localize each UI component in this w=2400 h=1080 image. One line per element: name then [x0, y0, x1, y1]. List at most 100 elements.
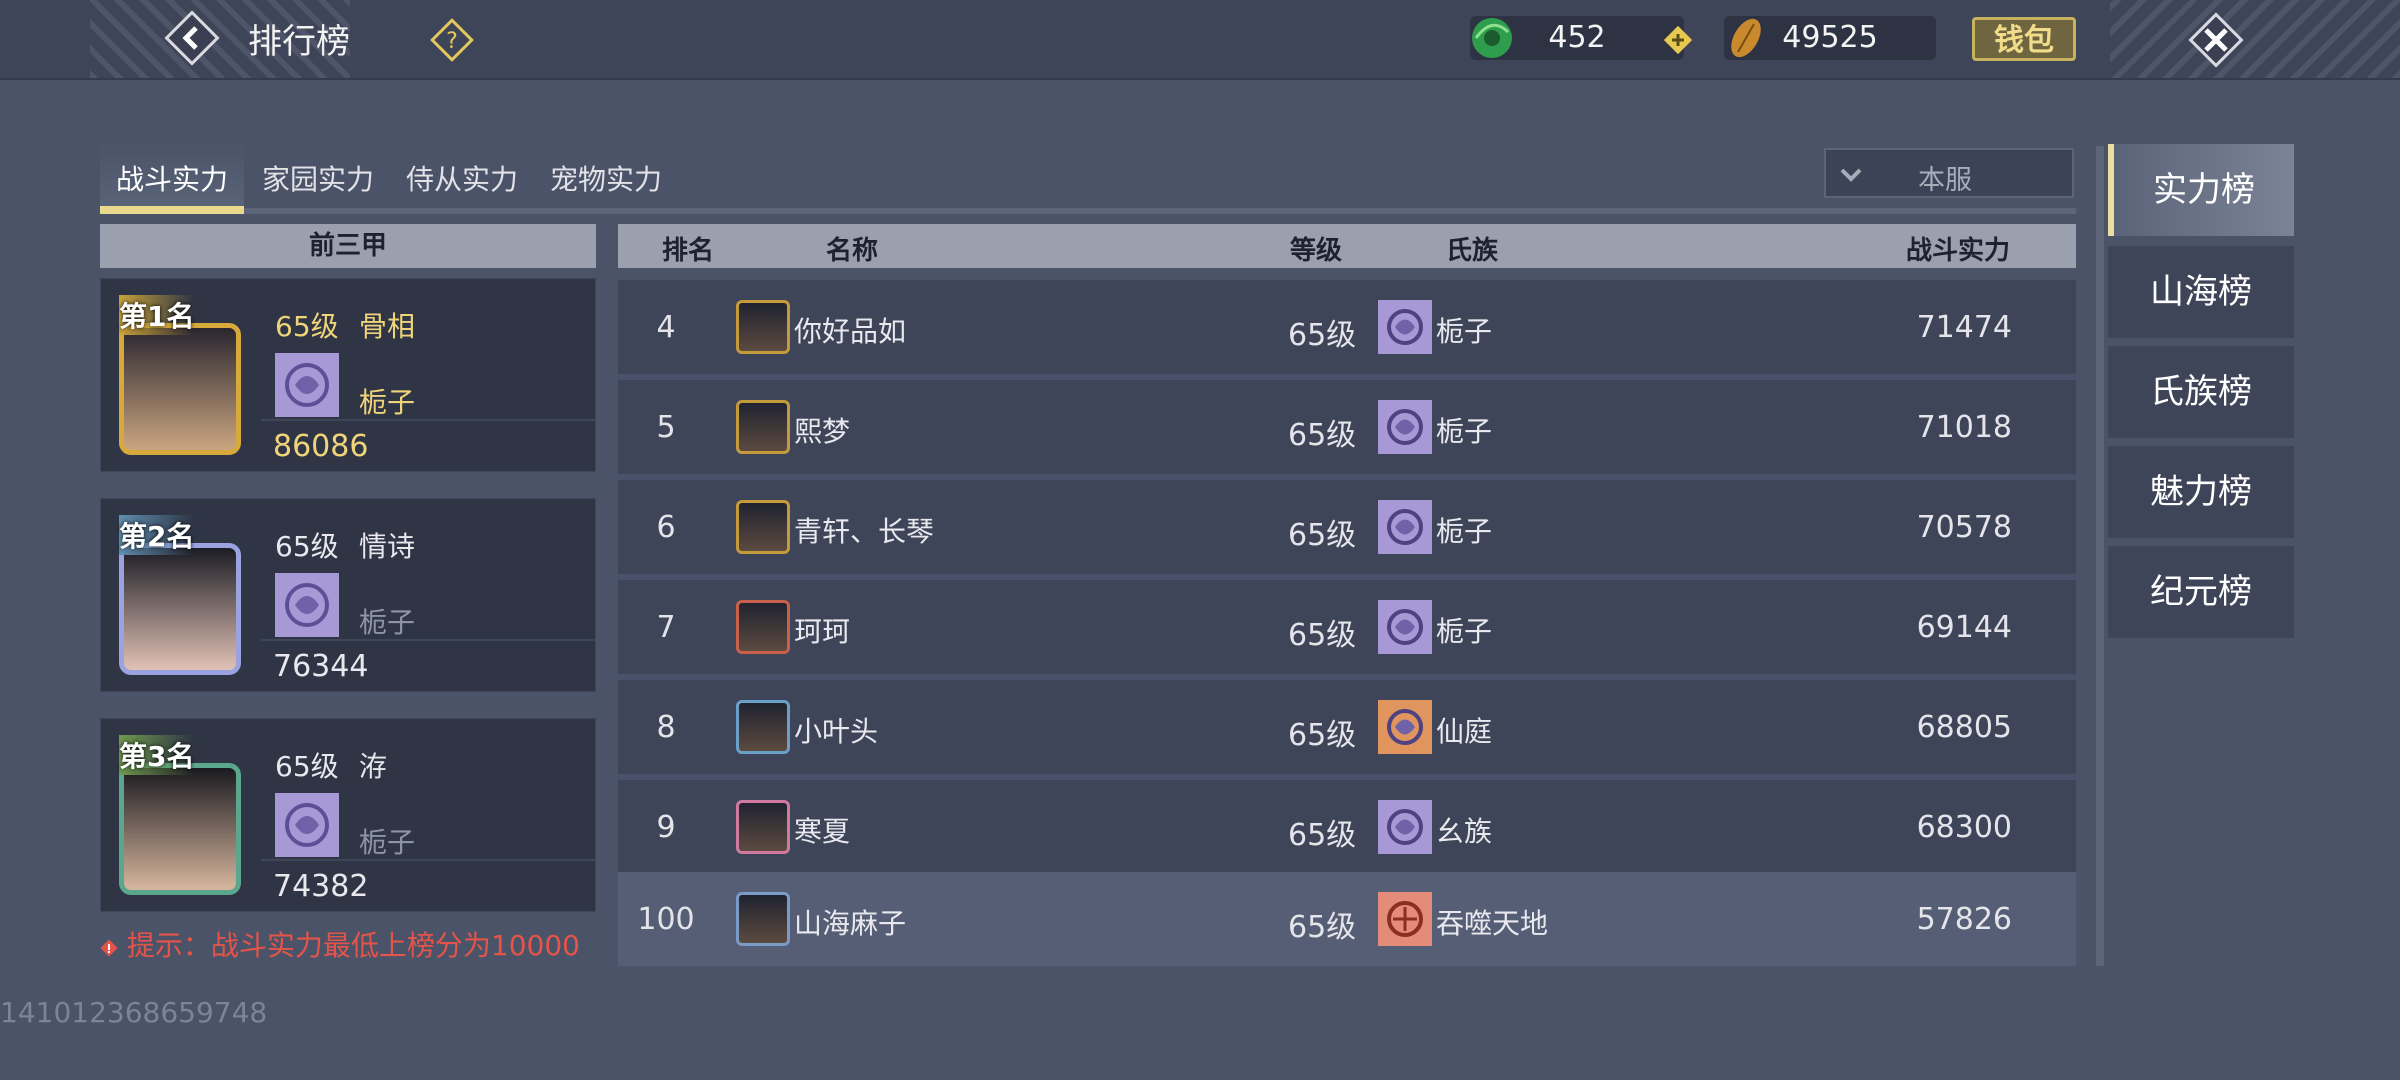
player-level: 65级: [1288, 418, 1357, 453]
combat-power: 71018: [1916, 410, 2012, 445]
close-icon: [2188, 12, 2244, 68]
add-jade-button[interactable]: [1663, 25, 1693, 55]
clan-name: 栀子: [1436, 515, 1493, 548]
clan-emblem-icon: [1378, 300, 1432, 354]
header-level: 等级: [1290, 236, 1343, 266]
side-tab-shanhai-ranking[interactable]: 山海榜: [2108, 246, 2294, 338]
clan-emblem-icon: [1378, 700, 1432, 754]
user-id: 141012368659748: [0, 996, 268, 1029]
clan-emblem-icon: [275, 353, 339, 417]
avatar: [736, 500, 790, 554]
avatar: [736, 300, 790, 354]
svg-text:?: ?: [446, 29, 458, 54]
server-dropdown-value: 本服: [1918, 165, 1972, 196]
help-icon: ?: [430, 18, 474, 62]
player-name: 你好品如: [794, 315, 907, 348]
combat-power: 69144: [1916, 610, 2012, 645]
coin-amount: 49525: [1782, 20, 1878, 55]
rank-number: 8: [656, 710, 676, 745]
card-divider: [261, 639, 595, 641]
avatar: [119, 543, 241, 675]
combat-power: 70578: [1916, 510, 2012, 545]
clan-emblem-icon: [1378, 800, 1432, 854]
rank-number: 4: [656, 310, 676, 345]
clan-name: 栀子: [1436, 615, 1493, 648]
chevron-down-icon: [1840, 168, 1862, 182]
clan-emblem-icon: [1378, 892, 1432, 946]
combat-power: 76344: [273, 649, 369, 684]
player-level: 65级: [1288, 818, 1357, 853]
avatar: [736, 600, 790, 654]
player-level: 65级: [1288, 910, 1357, 945]
clan-emblem-icon: [275, 573, 339, 637]
player-level: 65级: [275, 530, 339, 563]
self-rank-row[interactable]: 100 山海麻子 65级 吞噬天地 57826: [618, 872, 2076, 966]
server-dropdown[interactable]: 本服: [1824, 148, 2074, 198]
category-tabs: 战斗实力 家园实力 侍从实力 宠物实力: [100, 142, 2076, 216]
player-level: 65级: [1288, 718, 1357, 753]
rank-number: 6: [656, 510, 676, 545]
side-tab-power-ranking[interactable]: 实力榜: [2108, 144, 2294, 236]
player-name: 山海麻子: [794, 907, 907, 940]
player-name: 青轩、长琴: [794, 515, 935, 548]
table-row[interactable]: 7 珂珂 65级 栀子 69144: [618, 580, 2076, 680]
combat-power: 71474: [1916, 310, 2012, 345]
combat-power: 86086: [273, 429, 369, 464]
player-name: 熙梦: [794, 415, 851, 448]
top-bar-decoration-right: [2110, 0, 2400, 78]
tab-pet-power[interactable]: 宠物实力: [550, 158, 662, 198]
table-row[interactable]: 5 熙梦 65级 栀子 71018: [618, 380, 2076, 480]
player-name: 珂珂: [794, 615, 851, 648]
player-level: 65级: [1288, 518, 1357, 553]
back-button[interactable]: [162, 8, 222, 68]
avatar: [736, 892, 790, 946]
rank-number: 9: [656, 810, 676, 845]
rank-badge: 第2名: [119, 515, 195, 555]
tab-home-power[interactable]: 家园实力: [262, 158, 374, 198]
active-tab-indicator: [100, 206, 244, 214]
player-level: 65级: [1288, 318, 1357, 353]
combat-power: 57826: [1916, 902, 2012, 937]
wallet-button[interactable]: 钱包: [1972, 17, 2076, 61]
back-arrow-icon: [164, 10, 220, 66]
close-button[interactable]: [2186, 10, 2246, 70]
header-rank: 排名: [662, 236, 715, 266]
top-bar: 排行榜 ? 452 49525 钱包: [0, 0, 2400, 80]
top3-card-3[interactable]: 第3名 65级 洊 栀子 74382: [100, 718, 596, 912]
page-title: 排行榜: [248, 22, 350, 62]
clan-name: 吞噬天地: [1436, 907, 1549, 940]
top3-card-2[interactable]: 第2名 65级 情诗 栀子 76344: [100, 498, 596, 692]
avatar: [736, 400, 790, 454]
side-tab-charm-ranking[interactable]: 魅力榜: [2108, 446, 2294, 538]
rank-number: 5: [656, 410, 676, 445]
clan-name: 栀子: [359, 386, 416, 419]
top3-card-1[interactable]: 第1名 65级 骨相 栀子 86086: [100, 278, 596, 472]
tab-combat-power[interactable]: 战斗实力: [116, 158, 228, 198]
clan-name: 栀子: [1436, 315, 1493, 348]
min-score-tip: 提示：战斗实力最低上榜分为10000: [100, 924, 580, 964]
help-button[interactable]: ?: [430, 18, 474, 62]
table-row[interactable]: 4 你好品如 65级 栀子 71474: [618, 280, 2076, 380]
combat-power: 68805: [1916, 710, 2012, 745]
clan-name: 栀子: [1436, 415, 1493, 448]
side-tab-clan-ranking[interactable]: 氏族榜: [2108, 346, 2294, 438]
jade-currency: 452: [1470, 16, 1684, 60]
table-row[interactable]: 6 青轩、长琴 65级 栀子 70578: [618, 480, 2076, 580]
player-name: 骨相: [359, 310, 416, 343]
table-row[interactable]: 9 寒夏 65级 幺族 68300: [618, 780, 2076, 880]
clan-emblem-icon: [1378, 500, 1432, 554]
tabs-underline: [100, 208, 2076, 214]
side-tab-era-ranking[interactable]: 纪元榜: [2108, 546, 2294, 638]
clan-emblem-icon: [1378, 600, 1432, 654]
plus-icon: [1663, 25, 1693, 55]
clan-name: 栀子: [359, 606, 416, 639]
side-divider: [2096, 146, 2104, 966]
player-name: 寒夏: [794, 815, 851, 848]
header-clan: 氏族: [1446, 236, 1499, 266]
clan-name: 仙庭: [1436, 715, 1493, 748]
combat-power: 74382: [273, 869, 369, 904]
table-row[interactable]: 8 小叶头 65级 仙庭 68805: [618, 680, 2076, 780]
tab-servant-power[interactable]: 侍从实力: [406, 158, 518, 198]
player-name: 洊: [359, 750, 388, 783]
avatar: [736, 800, 790, 854]
